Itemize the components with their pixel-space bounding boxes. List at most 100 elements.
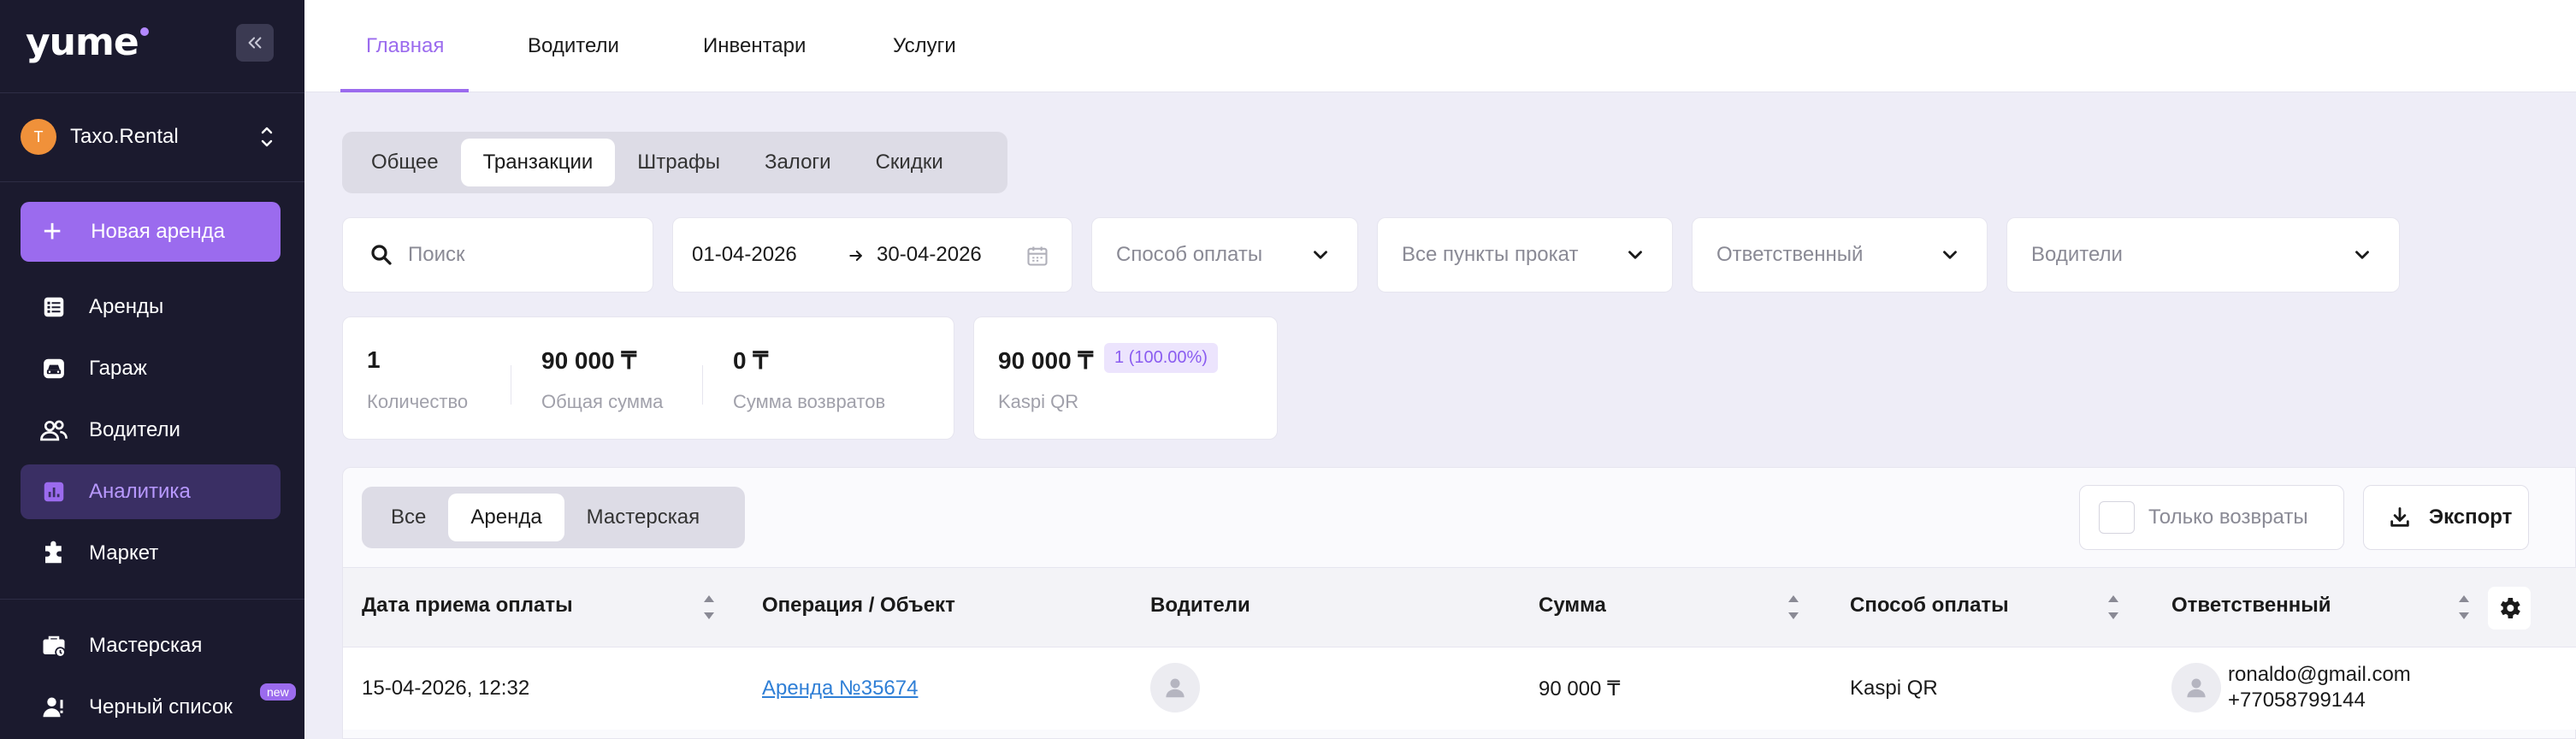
column-header-drivers: Водители (1150, 594, 1250, 617)
tab-rent[interactable]: Аренда (448, 494, 564, 541)
divider (702, 365, 703, 405)
sidebar-item-workshop[interactable]: Мастерская (21, 618, 281, 673)
export-button[interactable]: Экспорт (2363, 485, 2529, 550)
active-tab-indicator (340, 89, 469, 92)
sort-icon[interactable] (1787, 590, 1800, 624)
responsible-email: ronaldo@gmail.com (2228, 663, 2411, 686)
sidebar-item-label: Аналитика (89, 480, 191, 503)
arrow-right-icon (849, 251, 862, 261)
tab-home[interactable]: Главная (366, 0, 444, 92)
checkbox[interactable] (2099, 501, 2135, 534)
method-label: Kaspi QR (998, 391, 1079, 412)
tab-workshop[interactable]: Мастерская (564, 494, 722, 541)
gear-icon (2500, 598, 2520, 618)
company-avatar: T (21, 119, 56, 155)
tab-inventory[interactable]: Инвентари (703, 0, 806, 92)
refunds-only-toggle[interactable]: Только возвраты (2079, 485, 2344, 550)
column-header-amount[interactable]: Сумма (1539, 594, 1606, 618)
blacklist-icon (39, 693, 68, 722)
chevron-down-icon (1314, 251, 1327, 259)
toolbox-icon (39, 631, 68, 660)
column-header-operation: Операция / Объект (762, 594, 955, 617)
table-settings-button[interactable] (2488, 587, 2531, 630)
new-badge: new (260, 683, 296, 701)
company-switcher[interactable]: T Taxo.Rental (21, 118, 277, 156)
cell-payment-date: 15-04-2026, 12:32 (362, 677, 530, 700)
puzzle-icon (39, 539, 68, 568)
drivers-select[interactable]: Водители (2006, 217, 2400, 293)
analytics-icon (39, 477, 68, 506)
divider (0, 599, 304, 600)
total-label: Общая сумма (541, 391, 664, 412)
collapse-sidebar-button[interactable] (236, 24, 274, 62)
car-icon (39, 354, 68, 383)
app-logo[interactable]: yume (26, 21, 149, 64)
company-name: Taxo.Rental (70, 125, 179, 148)
table-filter-tabs: Все Аренда Мастерская (362, 487, 745, 548)
driver-avatar[interactable] (1150, 663, 1200, 712)
sort-icon[interactable] (2106, 590, 2120, 624)
top-tabs-bar: Главная Водители Инвентари Услуги (304, 0, 2576, 92)
responsible-phone: +77058799144 (2228, 689, 2366, 712)
rental-points-select[interactable]: Все пункты прокат (1377, 217, 1673, 293)
sidebar: yume T Taxo.Rental + Новая аренда Аренды… (0, 0, 304, 739)
tab-fines[interactable]: Штрафы (615, 139, 742, 186)
logo-text: yume (26, 21, 139, 64)
tab-all[interactable]: Все (369, 494, 448, 541)
sidebar-item-label: Мастерская (89, 634, 203, 657)
download-icon (2390, 507, 2409, 527)
chevron-down-icon (1943, 251, 1957, 259)
chevron-up-down-icon (257, 121, 277, 152)
chevron-down-icon (1628, 251, 1642, 259)
cell-payment-method: Kaspi QR (1850, 677, 1938, 700)
cell-amount: 90 000 ₸ (1539, 677, 1621, 701)
responsible-select[interactable]: Ответственный (1692, 217, 1988, 293)
users-icon (39, 416, 68, 445)
chevron-down-icon (2355, 251, 2369, 259)
double-chevron-left-icon (248, 37, 262, 49)
logo-dot (139, 27, 149, 36)
responsible-placeholder: Ответственный (1716, 243, 1864, 266)
tab-transactions[interactable]: Транзакции (460, 139, 616, 186)
sort-icon[interactable] (2457, 590, 2471, 624)
sidebar-item-analytics[interactable]: Аналитика (21, 464, 281, 519)
date-range-picker[interactable]: 01-04-2026 30-04-2026 (672, 217, 1072, 293)
payment-method-card: 90 000 ₸ 1 (100.00%) Kaspi QR (973, 316, 1278, 440)
sidebar-item-rentals[interactable]: Аренды (21, 280, 281, 334)
transactions-panel: Все Аренда Мастерская Только возвраты Эк… (342, 467, 2576, 739)
payment-method-select[interactable]: Способ оплаты (1091, 217, 1358, 293)
column-header-payment-method[interactable]: Способ оплаты (1850, 594, 2009, 618)
table-row[interactable]: 15-04-2026, 12:32 Аренда №35674 90 000 ₸… (343, 647, 2576, 730)
date-to[interactable]: 30-04-2026 (877, 243, 982, 267)
tab-services[interactable]: Услуги (893, 0, 956, 92)
sidebar-item-drivers[interactable]: Водители (21, 403, 281, 458)
date-from[interactable]: 01-04-2026 (692, 243, 797, 267)
tab-drivers[interactable]: Водители (528, 0, 619, 92)
new-rent-button[interactable]: + Новая аренда (21, 202, 281, 262)
tab-general[interactable]: Общее (349, 139, 461, 186)
rental-link[interactable]: Аренда №35674 (762, 677, 918, 701)
refunds-only-label: Только возвраты (2148, 505, 2308, 529)
refunds-value: 0 ₸ (733, 347, 769, 374)
method-share-badge: 1 (100.00%) (1104, 343, 1218, 373)
sidebar-item-label: Аренды (89, 295, 164, 318)
sidebar-item-market[interactable]: Маркет (21, 526, 281, 581)
refunds-label: Сумма возвратов (733, 391, 886, 412)
tab-deposits[interactable]: Залоги (742, 139, 854, 186)
tab-discounts[interactable]: Скидки (854, 139, 966, 186)
sort-icon[interactable] (702, 590, 716, 624)
column-header-payment-date[interactable]: Дата приема оплаты (362, 594, 573, 618)
rental-points-placeholder: Все пункты прокат (1402, 243, 1579, 266)
divider (0, 181, 304, 182)
sidebar-item-garage[interactable]: Гараж (21, 341, 281, 396)
sidebar-item-label: Водители (89, 418, 180, 441)
sidebar-item-blacklist[interactable]: Черный список new (21, 680, 296, 735)
divider (0, 92, 304, 93)
drivers-placeholder: Водители (2031, 243, 2123, 266)
user-placeholder-icon (1166, 678, 1185, 698)
summary-card: 1 Количество 90 000 ₸ Общая сумма 0 ₸ Су… (342, 316, 954, 440)
export-label: Экспорт (2429, 505, 2513, 529)
search-input[interactable]: Поиск (342, 217, 653, 293)
column-header-responsible[interactable]: Ответственный (2171, 594, 2331, 618)
calendar-icon (1027, 246, 1048, 266)
